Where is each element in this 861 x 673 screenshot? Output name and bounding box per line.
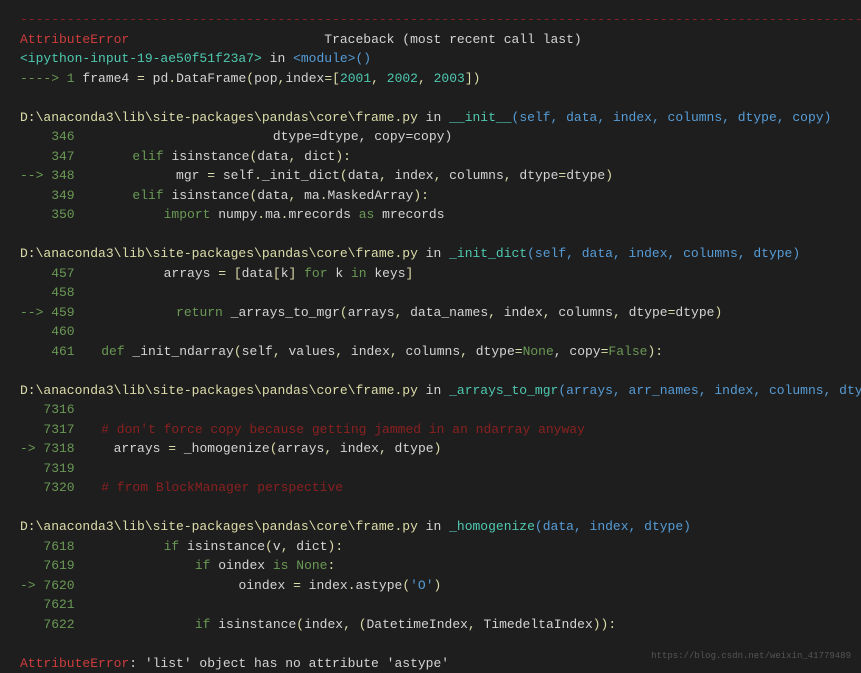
frame-path: D:\anaconda3\lib\site-packages\pandas\co… [20, 519, 418, 534]
line-number: 350 [20, 205, 70, 225]
comment: # from BlockManager perspective [70, 480, 343, 495]
frame-func: _arrays_to_mgr [449, 383, 558, 398]
dashes-line: ----------------------------------------… [20, 12, 861, 27]
line-number: 7319 [20, 459, 70, 479]
code-arrow: --> 348 [20, 168, 82, 183]
frame-path: D:\anaconda3\lib\site-packages\pandas\co… [20, 383, 418, 398]
line-number: 7317 [20, 420, 70, 440]
code-arrow: --> 459 [20, 305, 82, 320]
line-number: 461 [20, 342, 70, 362]
line-number: 457 [20, 264, 70, 284]
line-number: 347 [20, 147, 70, 167]
line-number: 460 [20, 322, 70, 342]
line-number: 7621 [20, 595, 70, 615]
watermark: https://blog.csdn.net/weixin_41779489 [651, 650, 851, 664]
comment: # don't force copy because getting jamme… [70, 422, 585, 437]
line-number: 7619 [20, 556, 70, 576]
ipython-input: <ipython-input-19-ae50f51f23a7> [20, 51, 262, 66]
frame-path: D:\anaconda3\lib\site-packages\pandas\co… [20, 110, 418, 125]
line-number: 7316 [20, 400, 70, 420]
traceback-label: Traceback (most recent call last) [324, 32, 581, 47]
code-arrow: ----> 1 [20, 71, 82, 86]
code-arrow: -> 7620 [20, 578, 82, 593]
frame-path: D:\anaconda3\lib\site-packages\pandas\co… [20, 246, 418, 261]
frame-func: _init_dict [449, 246, 527, 261]
line-number: 458 [20, 283, 70, 303]
line-number: 349 [20, 186, 70, 206]
final-error-name: AttributeError [20, 656, 129, 671]
line-number: 7618 [20, 537, 70, 557]
frame-func: _homogenize [449, 519, 535, 534]
code-arrow: -> 7318 [20, 441, 82, 456]
error-name: AttributeError [20, 32, 129, 47]
line-number: 7622 [20, 615, 70, 635]
line-number: 346 [20, 127, 70, 147]
frame-func: __init__ [449, 110, 511, 125]
line-number: 7320 [20, 478, 70, 498]
module-tag: <module> [293, 51, 355, 66]
final-error-msg: : 'list' object has no attribute 'astype… [129, 656, 449, 671]
traceback-output: ----------------------------------------… [20, 10, 841, 673]
